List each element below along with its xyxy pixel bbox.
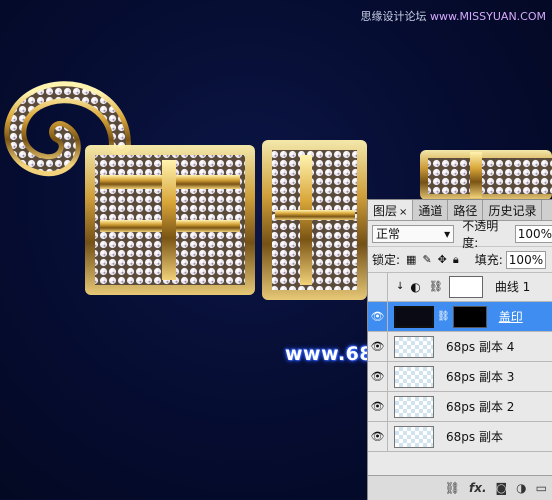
lock-row: 锁定: ▦ ✎ ✥ 🔒︎ 填充: 100%: [368, 247, 552, 273]
clip-arrow-icon: ↓: [396, 281, 405, 292]
layer-name: 68ps 副本 4: [446, 340, 515, 354]
layer-thumbnail: [394, 395, 434, 418]
fill-input[interactable]: 100%: [505, 250, 546, 269]
eye-icon[interactable]: 👁︎: [368, 422, 388, 451]
fill-label: 填充:: [474, 253, 503, 267]
link-icon[interactable]: ⛓: [445, 481, 460, 495]
folder-icon[interactable]: ▭: [536, 481, 547, 495]
panel-tabs: 图层 × 通道 路径 历史记录: [368, 200, 552, 221]
layer-name: 68ps 副本 3: [446, 370, 515, 384]
layer-row-copy-2[interactable]: 👁︎ 68ps 副本 2: [368, 392, 552, 422]
adjustment-icon[interactable]: ◑: [516, 481, 526, 495]
site-name: 思缘设计论坛: [360, 10, 427, 23]
eye-icon[interactable]: 👁︎: [368, 302, 388, 331]
adjustment-layer-icon: ◐: [410, 279, 421, 294]
layer-row-stamp[interactable]: 👁︎ ⛓ 盖印: [368, 302, 552, 332]
layer-row-curves[interactable]: ↓ ◐ ⛓ 曲线 1: [368, 272, 552, 302]
lock-label: 锁定:: [372, 253, 401, 267]
blend-mode-value: 正常: [376, 227, 401, 241]
curves-mask-thumbnail: [448, 275, 483, 298]
fx-icon[interactable]: fx.: [469, 481, 487, 495]
tab-layers[interactable]: 图层 ×: [368, 200, 414, 220]
layer-thumbnail: [394, 365, 434, 388]
opacity-label: 不透明度:: [462, 218, 499, 250]
layer-row-copy-4[interactable]: 👁︎ 68ps 副本 4: [368, 332, 552, 362]
tab-channels[interactable]: 通道: [413, 200, 449, 220]
eye-icon[interactable]: 👁︎: [368, 392, 388, 421]
layer-name: 曲线 1: [494, 280, 531, 294]
tab-channels-label: 通道: [418, 204, 443, 218]
blend-row: 正常 ▾ 不透明度: 100%: [368, 219, 552, 250]
panel-footer: ⛓ fx. ◙ ◑ ▭: [368, 475, 552, 500]
layer-thumbnail: [394, 425, 434, 448]
site-url: www.MISSYUAN.COM: [429, 10, 546, 23]
lock-transparent-icon[interactable]: ▦: [406, 253, 416, 267]
layer-thumbnail: [394, 335, 434, 358]
site-header: 思缘设计论坛 www.MISSYUAN.COM: [360, 8, 546, 24]
mask-icon[interactable]: ◙: [496, 481, 508, 495]
layer-row-copy[interactable]: 👁︎ 68ps 副本: [368, 422, 552, 452]
layer-thumbnail: [394, 305, 434, 328]
eye-icon[interactable]: 👁︎: [368, 362, 388, 391]
layers-panel: 图层 × 通道 路径 历史记录 正常 ▾ 不透明度: 100% 锁定: ▦ ✎ ✥…: [367, 199, 552, 500]
layer-list: ↓ ◐ ⛓ 曲线 1 👁︎ ⛓ 盖印 👁︎ 68ps 副本 4 👁︎ 68ps …: [368, 272, 552, 452]
layer-mask-thumbnail: [452, 305, 487, 328]
visibility-toggle[interactable]: [368, 272, 388, 301]
layer-name: 68ps 副本: [446, 430, 503, 444]
layer-row-copy-3[interactable]: 👁︎ 68ps 副本 3: [368, 362, 552, 392]
lock-position-icon[interactable]: ✥: [438, 253, 447, 267]
link-icon: ⛓: [437, 311, 450, 322]
layer-name: 盖印: [498, 310, 523, 324]
chevron-down-icon: ▾: [444, 226, 451, 241]
opacity-input[interactable]: 100%: [514, 224, 552, 243]
lock-all-icon[interactable]: 🔒︎: [453, 253, 459, 267]
layer-name: 68ps 副本 2: [446, 400, 515, 414]
link-icon: ⛓: [428, 280, 443, 293]
blend-mode-select[interactable]: 正常 ▾: [372, 224, 455, 243]
tab-layers-label: 图层: [373, 204, 398, 218]
lock-image-icon[interactable]: ✎: [422, 253, 431, 267]
close-icon[interactable]: ×: [399, 207, 407, 218]
eye-icon[interactable]: 👁︎: [368, 332, 388, 361]
